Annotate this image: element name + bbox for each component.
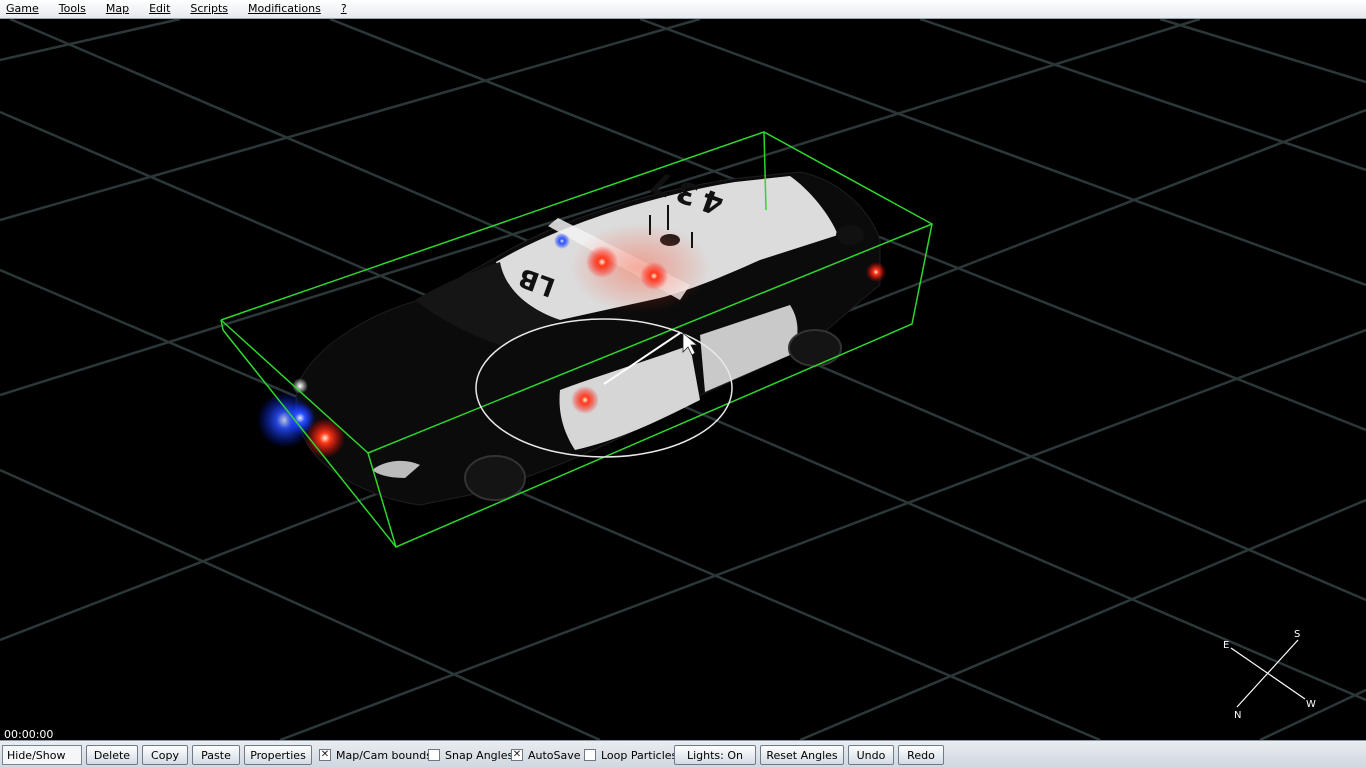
map-cam-bounds-box[interactable]: ✕ — [319, 749, 331, 761]
loop-particles-label: Loop Particles — [601, 748, 678, 762]
map-cam-bounds-checkbox[interactable]: ✕ Map/Cam bounds — [319, 747, 432, 763]
delete-button[interactable]: Delete — [86, 745, 138, 765]
loop-particles-box[interactable] — [584, 749, 596, 761]
compass-icon — [1230, 639, 1306, 708]
autosave-checkbox[interactable]: ✕ AutoSave — [511, 747, 581, 763]
snap-angles-label: Snap Angles — [445, 748, 514, 762]
scene-canvas: LB 437 N E S W — [0, 19, 1366, 740]
compass-west-label: W — [1306, 699, 1316, 710]
reset-angles-button[interactable]: Reset Angles — [760, 745, 844, 765]
undo-button[interactable]: Undo — [848, 745, 894, 765]
menu-bar: Game Tools Map Edit Scripts Modification… — [0, 0, 1366, 19]
hide-show-dropdown[interactable]: Hide/Show — [2, 745, 82, 765]
menu-modifications[interactable]: Modifications — [242, 0, 335, 18]
lights-toggle-button[interactable]: Lights: On — [674, 745, 756, 765]
copy-button[interactable]: Copy — [142, 745, 188, 765]
properties-button[interactable]: Properties — [244, 745, 312, 765]
autosave-label: AutoSave — [528, 748, 581, 762]
compass-south-label: S — [1294, 629, 1300, 640]
menu-game[interactable]: Game — [0, 0, 53, 18]
menu-map[interactable]: Map — [100, 0, 143, 18]
snap-angles-checkbox[interactable]: Snap Angles — [428, 747, 513, 763]
autosave-box[interactable]: ✕ — [511, 749, 523, 761]
snap-angles-box[interactable] — [428, 749, 440, 761]
compass-east-label: E — [1223, 640, 1229, 651]
map-cam-bounds-label: Map/Cam bounds — [336, 748, 432, 762]
bottom-toolbar: Hide/Show Delete Copy Paste Properties ✕… — [0, 740, 1366, 768]
menu-edit[interactable]: Edit — [143, 0, 184, 18]
loop-particles-checkbox[interactable]: Loop Particles — [584, 747, 677, 763]
compass-north-label: N — [1234, 710, 1241, 721]
menu-tools[interactable]: Tools — [53, 0, 100, 18]
menu-scripts[interactable]: Scripts — [184, 0, 242, 18]
paste-button[interactable]: Paste — [192, 745, 240, 765]
3d-viewport[interactable]: LB 437 N E S W — [0, 19, 1366, 740]
menu-help[interactable]: ? — [335, 0, 361, 18]
redo-button[interactable]: Redo — [898, 745, 944, 765]
